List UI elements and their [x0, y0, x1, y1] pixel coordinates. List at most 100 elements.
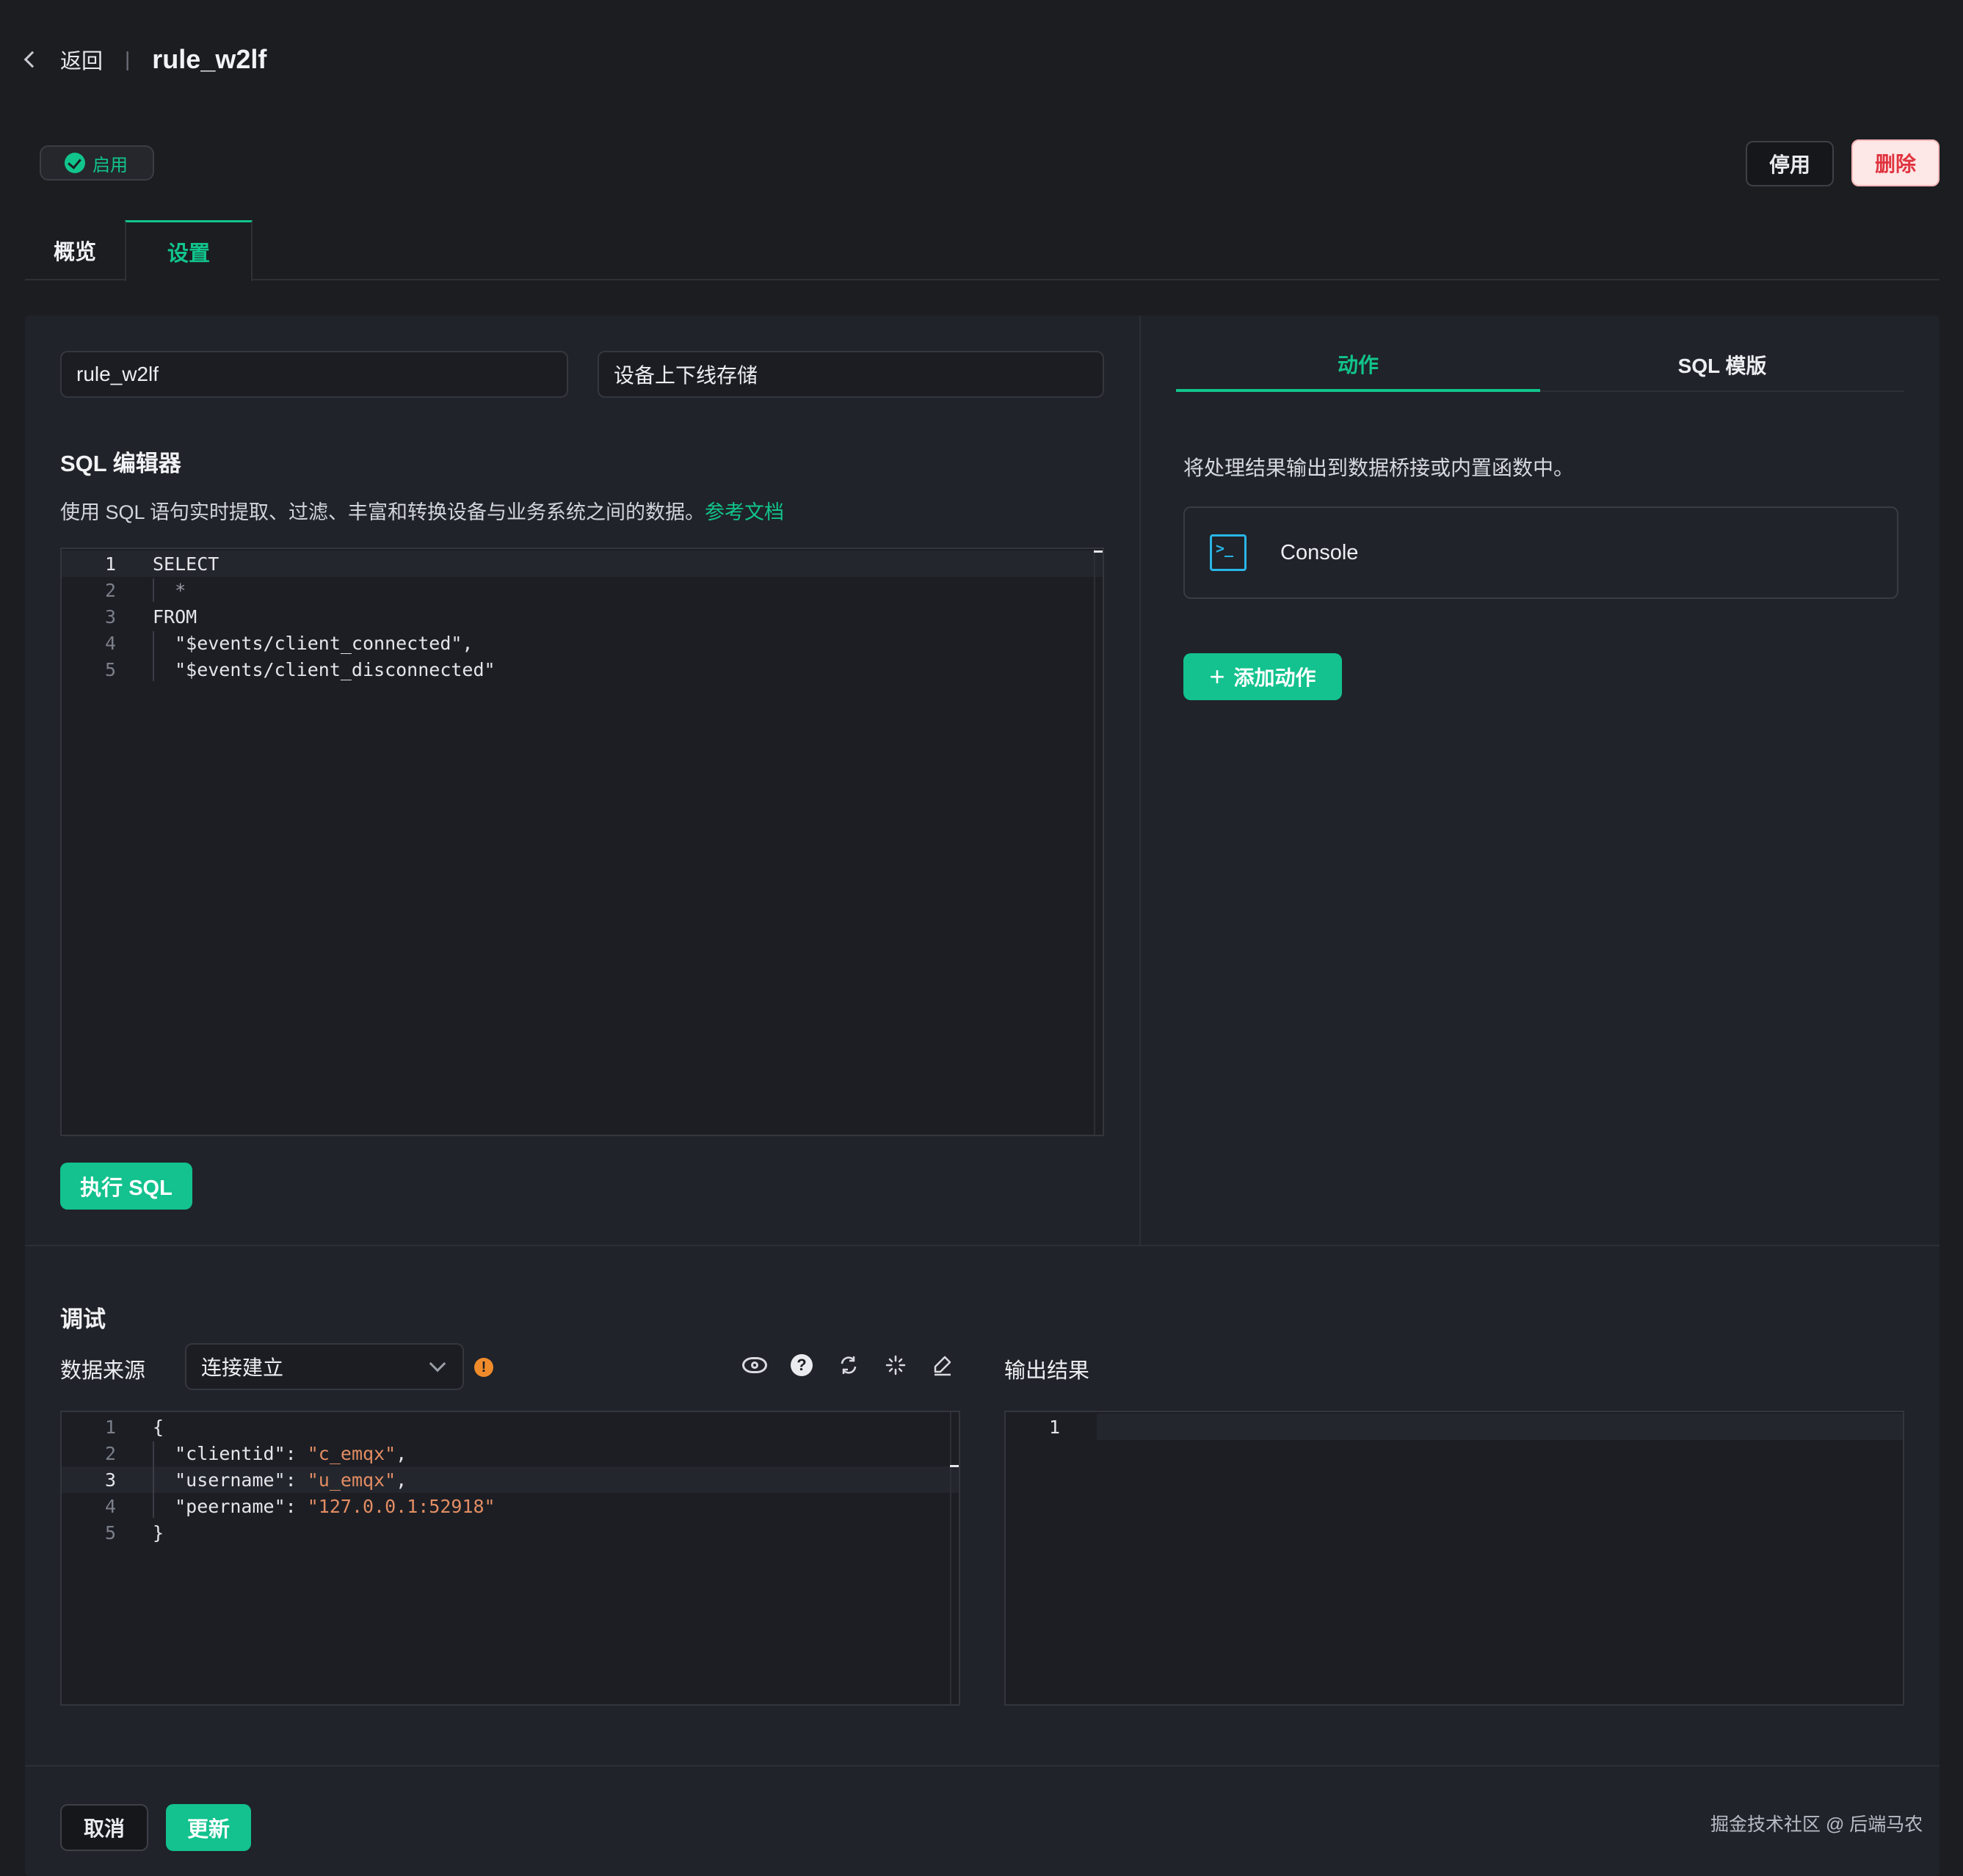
- section-divider: [25, 1245, 1940, 1246]
- code-line: 1 SELECT: [62, 550, 1103, 577]
- add-action-label: 添加动作: [1233, 666, 1316, 689]
- eye-icon: [742, 1357, 767, 1373]
- code-text: {: [153, 1416, 164, 1438]
- sparkle-icon: [885, 1355, 906, 1375]
- indent-guide: [153, 578, 154, 602]
- watermark: 掘金技术社区 @ 后端马农: [1710, 1814, 1923, 1835]
- chevron-down-icon: [429, 1355, 446, 1373]
- help-button[interactable]: ?: [785, 1349, 818, 1381]
- line-number: 4: [104, 632, 116, 654]
- title-separator: |: [125, 48, 131, 70]
- disable-button[interactable]: 停用: [1746, 141, 1834, 186]
- code-line: 3 FROM: [62, 603, 1103, 630]
- tab-sql-template[interactable]: SQL 模版: [1540, 339, 1904, 392]
- sql-editor-title: SQL 编辑器: [60, 451, 181, 476]
- data-source-value: 连接建立: [201, 1356, 284, 1379]
- clear-button[interactable]: [926, 1349, 959, 1381]
- scroll-marker: [1094, 550, 1103, 553]
- line-number: 5: [104, 1521, 116, 1544]
- refresh-icon: [841, 1356, 857, 1374]
- active-line-highlight: [1097, 1414, 1903, 1440]
- code-text: *: [153, 579, 186, 601]
- tab-actions[interactable]: 动作: [1176, 339, 1540, 392]
- line-number: 1: [1048, 1416, 1060, 1438]
- tab-overview[interactable]: 概览: [25, 220, 125, 280]
- action-label: Console: [1280, 540, 1359, 564]
- data-source-select[interactable]: 连接建立: [185, 1343, 464, 1390]
- code-text: "clientid": "c_emqx",: [175, 1442, 407, 1464]
- doc-link[interactable]: 参考文档: [705, 501, 784, 523]
- line-number: 4: [104, 1495, 116, 1517]
- run-sql-button[interactable]: 执行 SQL: [60, 1163, 192, 1210]
- source-data-editor[interactable]: 1 { 2 "clientid": "c_emqx", 3 "username"…: [60, 1411, 960, 1706]
- plus-icon: +: [1209, 661, 1225, 691]
- line-number: 2: [104, 579, 116, 601]
- eraser-icon: [934, 1356, 951, 1376]
- sql-description-text: 使用 SQL 语句实时提取、过滤、丰富和转换设备与业务系统之间的数据。: [60, 501, 705, 523]
- sql-editor-description: 使用 SQL 语句实时提取、过滤、丰富和转换设备与业务系统之间的数据。参考文档: [60, 496, 784, 525]
- line-number: 3: [104, 1469, 116, 1491]
- sql-code-editor[interactable]: 1 SELECT 2 * 3 FROM 4 "$events/client_co…: [60, 548, 1104, 1136]
- output-editor[interactable]: 1: [1004, 1411, 1904, 1706]
- format-button[interactable]: [879, 1349, 912, 1381]
- terminal-icon: >_: [1210, 534, 1247, 571]
- line-number: 3: [104, 606, 116, 628]
- tab-settings[interactable]: 设置: [125, 220, 253, 282]
- code-line: 3 "username": "u_emqx",: [62, 1466, 959, 1493]
- cancel-button[interactable]: 取消: [60, 1804, 148, 1851]
- code-text: }: [153, 1521, 164, 1544]
- line-number: 5: [104, 658, 116, 680]
- json-value: "c_emqx": [307, 1442, 396, 1464]
- code-text: FROM: [153, 606, 197, 628]
- column-divider: [1139, 316, 1141, 1245]
- line-number: 2: [104, 1442, 116, 1464]
- delete-button[interactable]: 删除: [1851, 139, 1940, 186]
- code-line: 4 "$events/client_connected",: [62, 630, 1103, 656]
- add-action-button[interactable]: + 添加动作: [1183, 653, 1342, 700]
- status-label: 启用: [92, 155, 128, 175]
- code-line: 2 "clientid": "c_emqx",: [62, 1440, 959, 1466]
- json-comma: ,: [396, 1469, 407, 1491]
- data-source-label: 数据来源: [60, 1359, 146, 1383]
- refresh-button[interactable]: [832, 1349, 865, 1381]
- tab-bar: 概览 设置: [25, 220, 1940, 282]
- editor-scrollbar[interactable]: [950, 1412, 951, 1704]
- code-line: 1 {: [62, 1414, 959, 1440]
- rule-description-input[interactable]: 设备上下线存储: [598, 351, 1104, 398]
- rule-name-input[interactable]: rule_w2lf: [60, 351, 568, 398]
- back-link[interactable]: 返回 | rule_w2lf: [23, 44, 267, 75]
- scroll-marker: [950, 1465, 959, 1467]
- terminal-glyph: >_: [1216, 539, 1234, 557]
- back-label[interactable]: 返回: [60, 44, 103, 75]
- line-number: 1: [104, 553, 116, 575]
- chevron-left-icon: [23, 51, 41, 68]
- footer-divider: [25, 1765, 1940, 1767]
- preview-button[interactable]: [739, 1349, 771, 1381]
- json-value: "127.0.0.1:52918": [307, 1495, 496, 1517]
- debug-title: 调试: [60, 1306, 106, 1332]
- code-line: 5 "$events/client_disconnected": [62, 656, 1103, 683]
- help-icon: ?: [791, 1354, 813, 1376]
- code-line: 2 *: [62, 577, 1103, 603]
- code-line: 5 }: [62, 1519, 959, 1546]
- json-key: "peername": [175, 1495, 286, 1517]
- json-comma: ,: [396, 1442, 407, 1464]
- page-title: rule_w2lf: [152, 44, 267, 74]
- check-circle-icon: [65, 153, 85, 173]
- indent-guide: [153, 631, 154, 681]
- code-text: "$events/client_connected",: [153, 632, 473, 654]
- code-text: SELECT: [153, 553, 219, 575]
- editor-scrollbar[interactable]: [1094, 549, 1095, 1135]
- actions-description: 将处理结果输出到数据桥接或内置函数中。: [1183, 457, 1575, 479]
- output-label: 输出结果: [1004, 1359, 1090, 1383]
- action-card-console[interactable]: >_ Console: [1183, 506, 1898, 599]
- update-button[interactable]: 更新: [166, 1804, 251, 1851]
- line-number: 1: [104, 1416, 116, 1438]
- json-key: "username": [175, 1469, 286, 1491]
- code-text: "peername": "127.0.0.1:52918": [175, 1495, 496, 1517]
- code-text: "$events/client_disconnected": [153, 658, 496, 680]
- code-line: 1: [1006, 1414, 1903, 1440]
- json-value: "u_emqx": [307, 1469, 396, 1491]
- json-key: "clientid": [175, 1442, 286, 1464]
- warning-icon[interactable]: !: [474, 1358, 493, 1377]
